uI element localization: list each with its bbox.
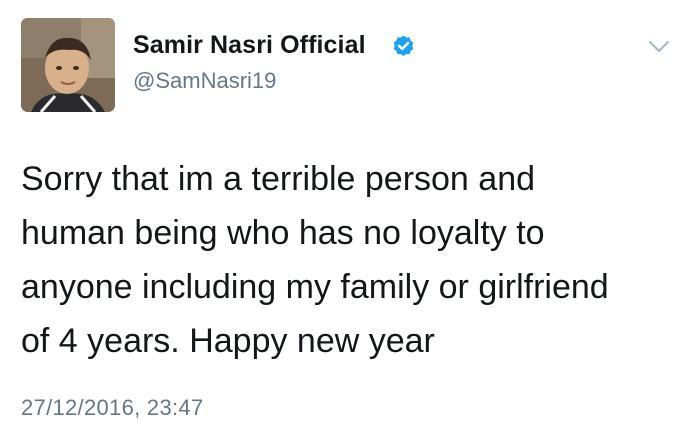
tweet-timestamp[interactable]: 27/12/2016, 23:47 (21, 395, 204, 421)
tweet-text-line: anyone including my family or girlfriend (21, 268, 609, 306)
tweet-text: Sorry that im a terrible person and huma… (21, 152, 676, 368)
display-name[interactable]: Samir Nasri Official (133, 31, 366, 60)
tweet-text-line: of 4 years. Happy new year (21, 322, 435, 360)
tweet-text-line: Sorry that im a terrible person and (21, 160, 536, 198)
user-handle[interactable]: @SamNasri19 (133, 68, 276, 94)
avatar[interactable] (21, 18, 115, 112)
chevron-down-icon[interactable] (648, 40, 670, 54)
verified-badge-icon (393, 35, 414, 56)
tweet-card: Samir Nasri Official @SamNasri19 Sorry t… (0, 0, 690, 441)
tweet-text-line: human being who has no loyalty to (21, 214, 545, 252)
